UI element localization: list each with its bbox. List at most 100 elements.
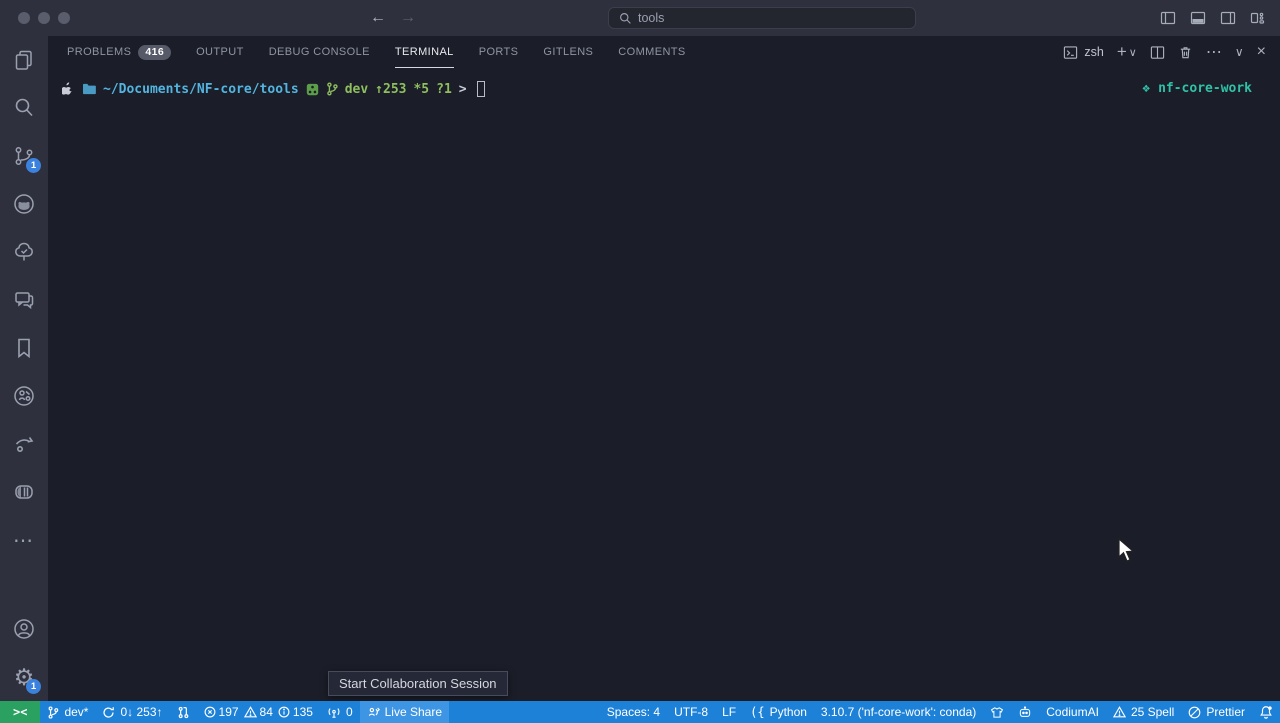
tab-label: PROBLEMS (67, 46, 131, 58)
zoom-window-button[interactable] (58, 12, 70, 24)
account-icon[interactable] (0, 605, 48, 653)
more-views-icon[interactable]: ⋯ (0, 516, 48, 564)
bookmarks-icon[interactable] (0, 324, 48, 372)
more-actions-button[interactable]: ⋯ (1206, 42, 1222, 62)
ai-assistant-item[interactable] (1011, 701, 1039, 723)
git-sync-item[interactable]: 0↓ 253↑ (95, 701, 169, 723)
remote-indicator[interactable]: >< (0, 701, 40, 723)
tooltip-text: Start Collaboration Session (339, 676, 497, 691)
pull-request-item[interactable] (170, 701, 197, 723)
kill-terminal-button[interactable] (1178, 45, 1193, 60)
tab-label: COMMENTS (618, 46, 685, 58)
chevron-down-icon: ∨ (1129, 46, 1137, 59)
tab-label: TERMINAL (395, 46, 454, 58)
tab-comments[interactable]: COMMENTS (618, 36, 685, 68)
tab-terminal[interactable]: TERMINAL (395, 36, 454, 68)
tab-problems[interactable]: PROBLEMS 416 (67, 36, 171, 68)
prettier-check-icon (1188, 706, 1201, 719)
toggle-sidebar-right-icon[interactable] (1220, 10, 1236, 26)
git-icon (306, 83, 319, 96)
tab-label: DEBUG CONSOLE (269, 46, 370, 58)
comments-icon[interactable] (0, 276, 48, 324)
prettier-item[interactable]: Prettier (1181, 701, 1252, 723)
info-icon (278, 706, 290, 718)
container-icon[interactable] (0, 468, 48, 516)
terminal-icon (1063, 45, 1078, 60)
problems-count-badge: 416 (138, 45, 171, 60)
trash-icon (1178, 45, 1193, 60)
ports-count: 0 (346, 705, 353, 719)
tab-gitlens[interactable]: GITLENS (543, 36, 593, 68)
split-terminal-button[interactable] (1150, 45, 1165, 60)
tab-ports[interactable]: PORTS (479, 36, 519, 68)
folder-icon (82, 83, 96, 95)
encoding-label: UTF-8 (674, 705, 708, 719)
terminal-toolbar: zsh + ∨ ⋯ ∨ × (1063, 36, 1266, 68)
split-icon (1150, 45, 1165, 60)
titlebar: ← → tools (0, 0, 1280, 36)
shell-selector[interactable]: zsh (1063, 45, 1103, 60)
github-icon[interactable] (0, 180, 48, 228)
tree-check-icon[interactable] (0, 228, 48, 276)
status-left: >< dev* 0↓ 253↑ 197 84 135 0 Live Share (0, 701, 449, 723)
live-share-item[interactable]: Live Share (360, 701, 449, 723)
indent-item[interactable]: Spaces: 4 (600, 701, 667, 723)
encoding-item[interactable]: UTF-8 (667, 701, 715, 723)
language-label: Python (770, 705, 807, 719)
problems-item[interactable]: 197 84 135 (197, 701, 320, 723)
conda-env-icon: ❖ (1142, 81, 1150, 96)
source-control-icon[interactable]: 1 (0, 132, 48, 180)
plus-icon: + (1117, 42, 1127, 62)
interpreter-item[interactable]: 3.10.7 ('nf-core-work': conda) (814, 701, 983, 723)
source-control-badge: 1 (26, 158, 41, 173)
tab-debug-console[interactable]: DEBUG CONSOLE (269, 36, 370, 68)
tab-label: OUTPUT (196, 46, 244, 58)
prompt-char: > (459, 82, 467, 97)
error-icon (204, 706, 216, 718)
hide-panel-chevron[interactable]: ∨ (1235, 45, 1244, 59)
toggle-panel-icon[interactable] (1190, 10, 1206, 26)
live-share-label: Live Share (385, 705, 442, 719)
live-share-icon[interactable] (0, 372, 48, 420)
customize-layout-icon[interactable] (1250, 10, 1266, 26)
sync-icon (102, 706, 115, 719)
new-terminal-button[interactable]: + ∨ (1117, 42, 1137, 62)
bottom-panel: PROBLEMS 416 OUTPUT DEBUG CONSOLE TERMIN… (48, 36, 1280, 701)
command-center-search[interactable]: tools (608, 7, 916, 29)
git-branch-item[interactable]: dev* (40, 701, 95, 723)
settings-gear-icon[interactable]: ⚙ 1 (0, 653, 48, 701)
toggle-sidebar-left-icon[interactable] (1160, 10, 1176, 26)
share-arrow-icon[interactable] (0, 420, 48, 468)
indent-label: Spaces: 4 (607, 705, 660, 719)
info-count: 135 (293, 705, 313, 719)
language-item[interactable]: ({ Python (743, 701, 814, 723)
spell-item[interactable]: 25 Spell (1106, 701, 1181, 723)
apple-icon (62, 82, 75, 97)
codium-item[interactable]: CodiumAI (1039, 701, 1106, 723)
close-window-button[interactable] (18, 12, 30, 24)
ports-item[interactable]: 0 (320, 701, 360, 723)
window-controls[interactable] (18, 12, 70, 24)
spell-label: 25 Spell (1131, 705, 1174, 719)
cwd-path-dim: ~/Documents/NF-core/ (103, 82, 260, 97)
minimize-window-button[interactable] (38, 12, 50, 24)
eol-item[interactable]: LF (715, 701, 743, 723)
terminal-right-prompt: ❖ nf-core-work (1142, 81, 1252, 96)
prettier-label: Prettier (1206, 705, 1245, 719)
copilot-item[interactable] (983, 701, 1011, 723)
explorer-icon[interactable] (0, 36, 48, 84)
cwd-path-bold: tools (260, 82, 299, 97)
forward-icon[interactable]: → (400, 9, 416, 27)
tab-label: GITLENS (543, 46, 593, 58)
search-value: tools (638, 11, 664, 25)
pull-request-icon (177, 706, 190, 719)
sync-label: 0↓ 253↑ (120, 705, 162, 719)
terminal-content[interactable]: ~/Documents/NF-core/tools dev ↑253 *5 ?1… (48, 68, 1280, 701)
back-icon[interactable]: ← (370, 9, 386, 27)
interpreter-label: 3.10.7 ('nf-core-work': conda) (821, 705, 976, 719)
branch-label: dev* (64, 705, 88, 719)
search-sidebar-icon[interactable] (0, 84, 48, 132)
close-panel-button[interactable]: × (1257, 43, 1266, 61)
tab-output[interactable]: OUTPUT (196, 36, 244, 68)
notifications-item[interactable] (1252, 701, 1280, 723)
